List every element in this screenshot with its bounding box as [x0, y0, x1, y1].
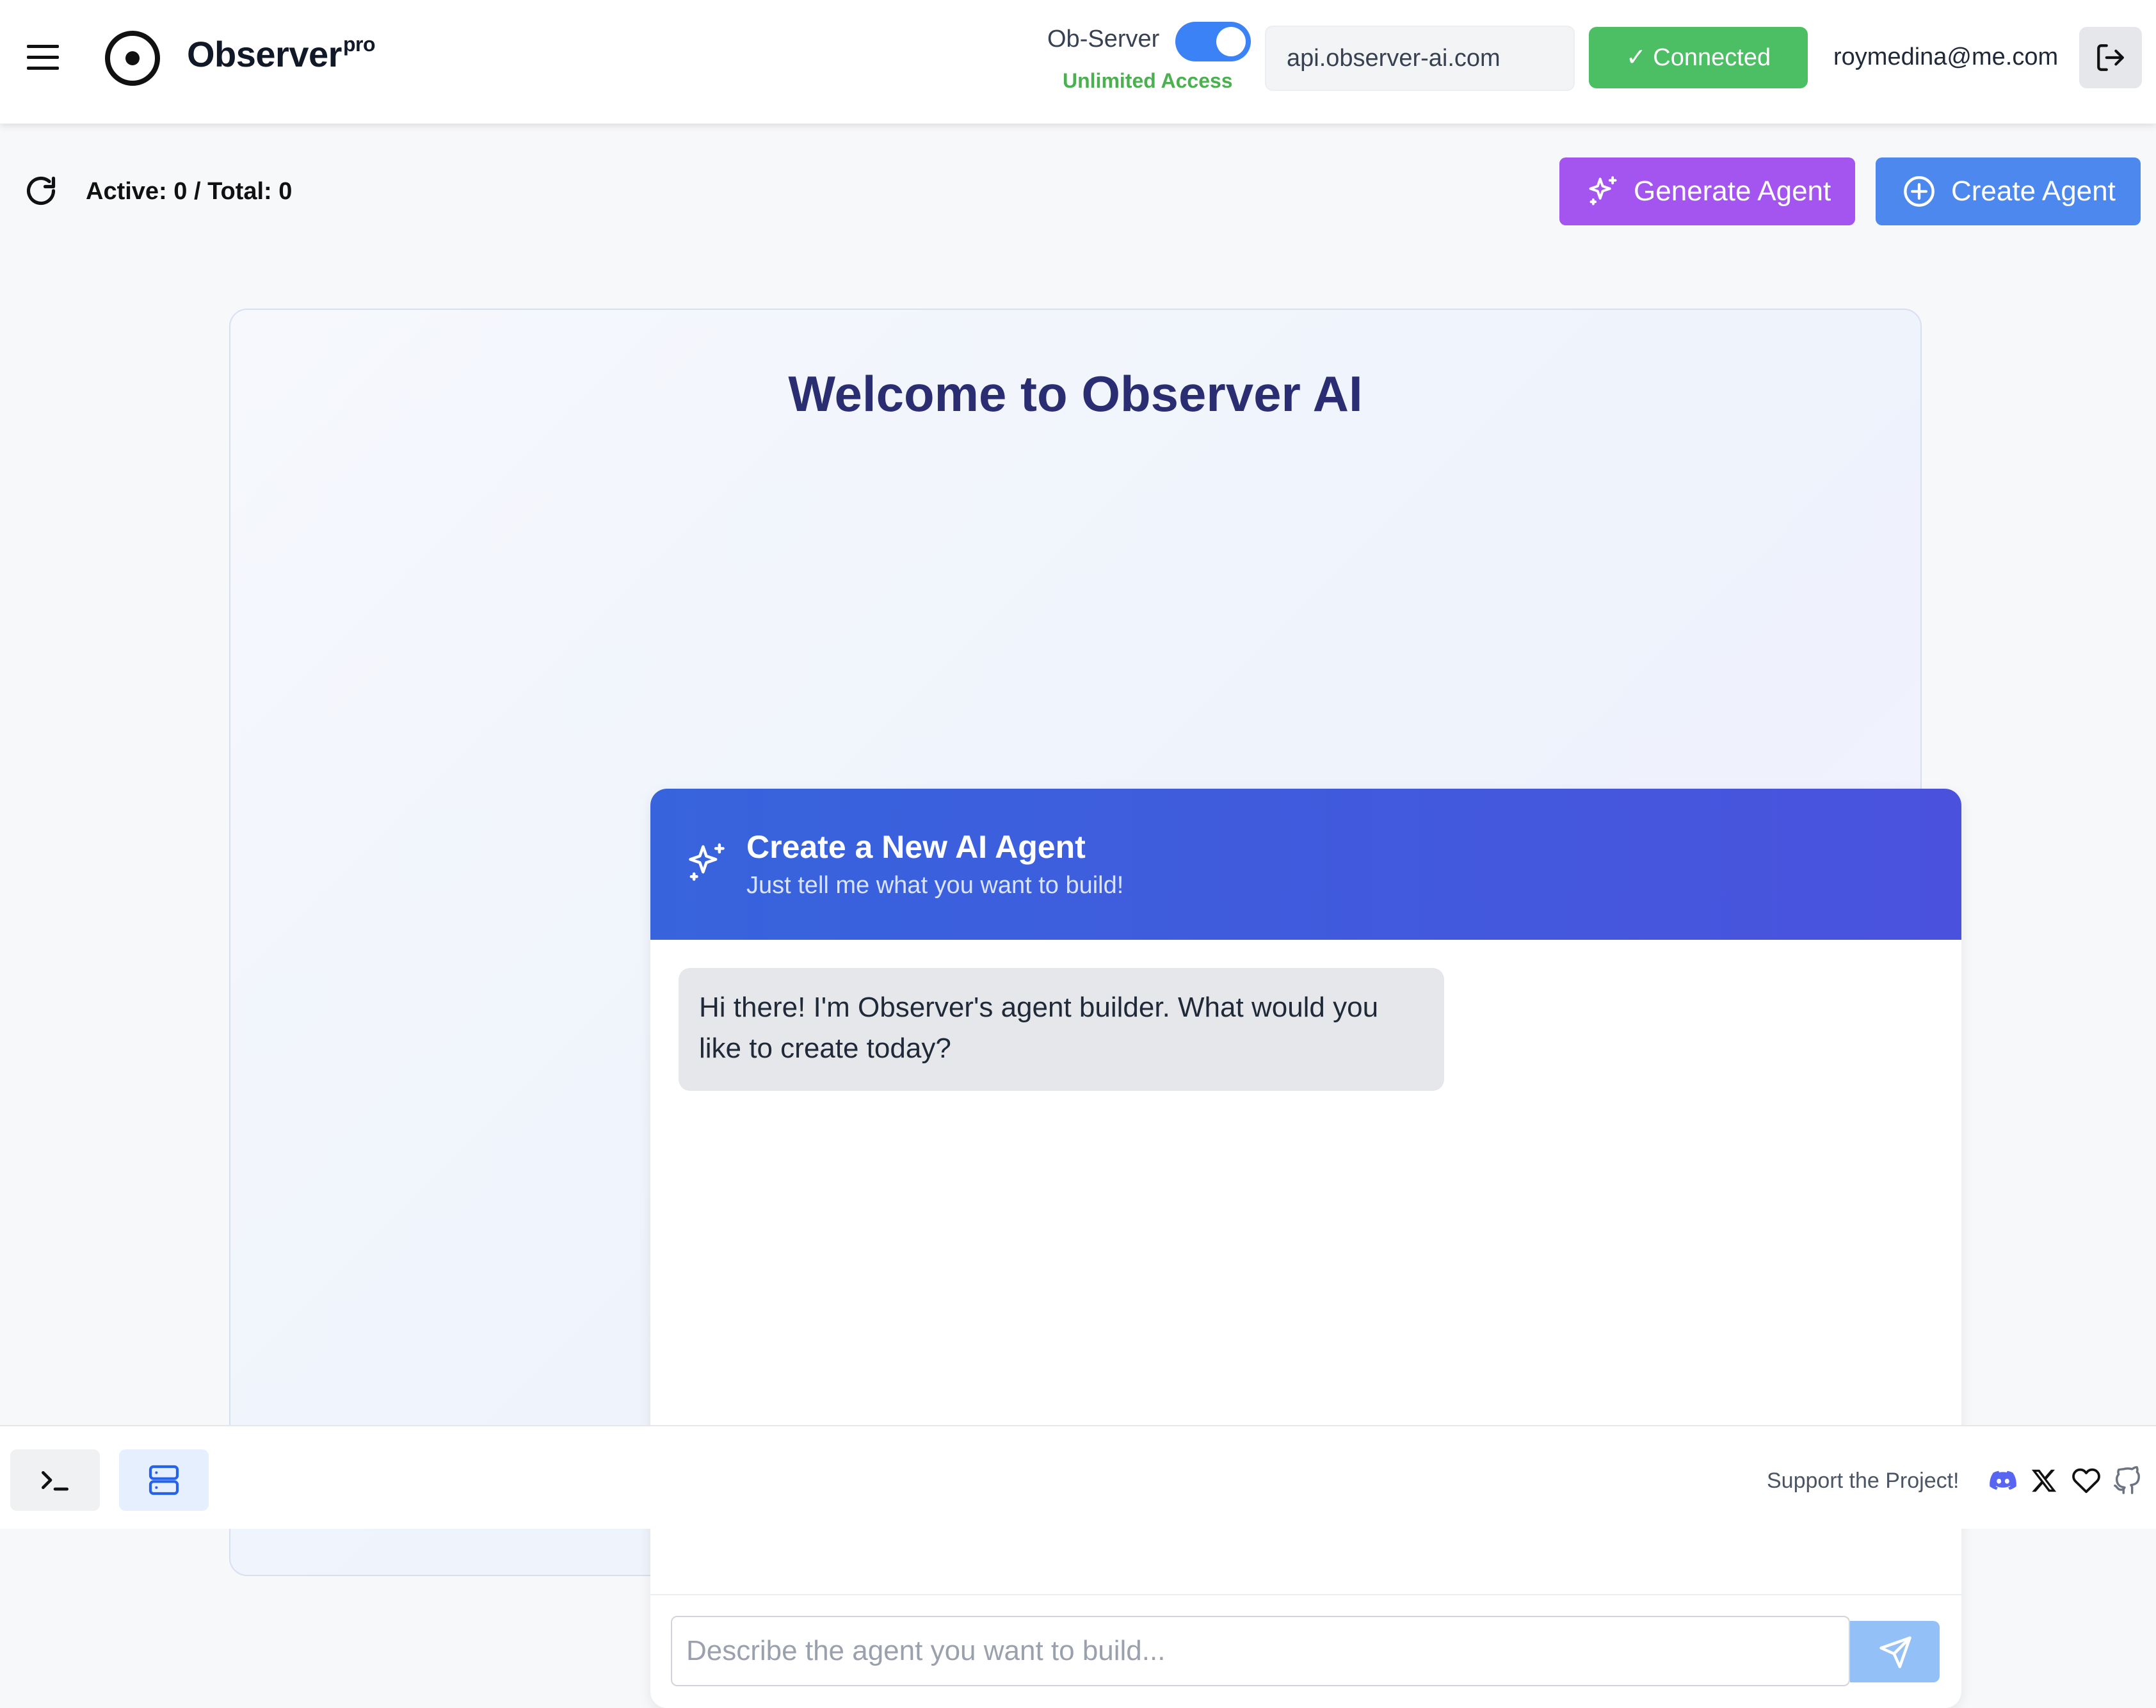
welcome-card: Welcome to Observer AI Create a New AI A…	[229, 309, 1961, 1708]
create-agent-label: Create Agent	[1951, 175, 2116, 207]
ob-server-label: Ob-Server	[1047, 26, 1160, 52]
toggle-knob	[1216, 27, 1246, 56]
generate-agent-button[interactable]: Generate Agent	[1559, 157, 1855, 225]
send-icon	[1879, 1636, 1911, 1668]
sparkles-icon	[689, 843, 725, 881]
agent-description-input[interactable]	[671, 1616, 1850, 1686]
ob-server-toggle[interactable]	[1175, 22, 1251, 61]
menu-icon[interactable]	[24, 41, 64, 74]
user-email: roymedina@me.com	[1833, 44, 2059, 70]
server-address-field[interactable]: api.observer-ai.com	[1265, 26, 1575, 91]
brand-tier: pro	[342, 33, 376, 56]
brand-name: Observerpro	[187, 33, 376, 74]
server-button[interactable]	[119, 1449, 209, 1511]
discord-icon[interactable]	[1988, 1466, 2018, 1495]
terminal-icon	[42, 1471, 68, 1491]
server-icon	[149, 1465, 179, 1495]
x-icon[interactable]	[2029, 1466, 2059, 1495]
github-icon[interactable]	[2112, 1466, 2142, 1495]
chat-title: Create a New AI Agent	[746, 829, 1086, 865]
logout-button[interactable]	[2079, 27, 2142, 88]
refresh-icon[interactable]	[24, 174, 58, 207]
agent-counts: Active: 0 / Total: 0	[86, 178, 293, 205]
top-bar: Observerpro Ob-Server Unlimited Access a…	[0, 0, 2156, 124]
chat-subtitle: Just tell me what you want to build!	[746, 872, 1124, 899]
terminal-button[interactable]	[10, 1449, 100, 1511]
connection-status-button[interactable]: ✓ Connected	[1589, 27, 1808, 88]
assistant-message: Hi there! I'm Observer's agent builder. …	[679, 968, 1444, 1091]
sparkles-icon	[1589, 176, 1617, 205]
create-agent-button[interactable]: Create Agent	[1876, 157, 2141, 225]
footer: Support the Project!	[0, 1425, 2156, 1529]
access-label: Unlimited Access	[1063, 69, 1233, 92]
chat-input-row	[650, 1594, 1961, 1708]
heart-icon[interactable]	[2072, 1466, 2101, 1495]
plus-circle-icon	[1904, 176, 1935, 207]
welcome-title: Welcome to Observer AI	[788, 366, 1363, 422]
generate-agent-label: Generate Agent	[1634, 175, 1831, 207]
chat-header: Create a New AI Agent Just tell me what …	[650, 789, 1961, 940]
logout-icon	[2097, 44, 2124, 71]
observer-logo-icon	[104, 29, 161, 87]
support-label: Support the Project!	[1767, 1469, 1959, 1493]
send-button[interactable]	[1850, 1621, 1940, 1682]
agent-builder-chat: Create a New AI Agent Just tell me what …	[650, 789, 1961, 1708]
